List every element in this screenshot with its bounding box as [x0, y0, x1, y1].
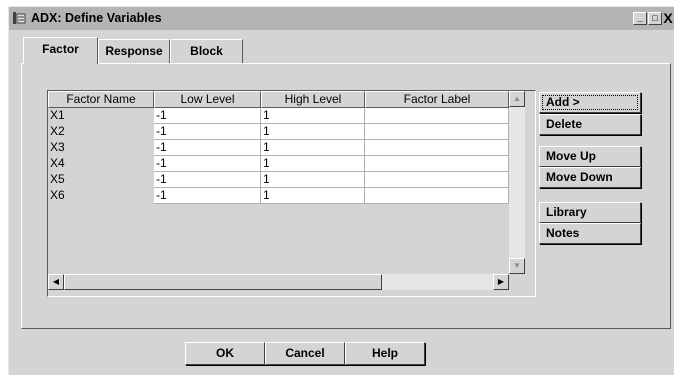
high-level-cell[interactable]: 1: [261, 156, 365, 172]
tab-response[interactable]: Response: [98, 39, 170, 63]
factor-name-cell[interactable]: X3: [48, 140, 154, 156]
high-level-cell[interactable]: 1: [261, 108, 365, 124]
factor-label-cell[interactable]: [365, 156, 509, 172]
low-level-cell[interactable]: -1: [154, 172, 261, 188]
column-header-factor-name[interactable]: Factor Name: [48, 91, 154, 108]
scroll-corner: [509, 274, 525, 290]
factor-name-cell[interactable]: X5: [48, 172, 154, 188]
define-variables-dialog: ADX: Define Variables _ □ X Factor Respo…: [8, 6, 674, 375]
move-up-button[interactable]: Move Up: [539, 146, 641, 167]
title-bar[interactable]: ADX: Define Variables _ □ X: [9, 7, 674, 30]
factor-label-cell[interactable]: [365, 172, 509, 188]
arrow-up-icon[interactable]: ▲: [509, 91, 525, 107]
move-down-button[interactable]: Move Down: [539, 167, 641, 188]
high-level-cell[interactable]: 1: [261, 188, 365, 204]
factor-name-cell[interactable]: X6: [48, 188, 154, 204]
delete-button[interactable]: Delete: [539, 114, 641, 135]
vertical-scrollbar[interactable]: ▲ ▼: [509, 91, 525, 274]
column-header-factor-label[interactable]: Factor Label: [365, 91, 509, 108]
low-level-cell[interactable]: -1: [154, 108, 261, 124]
factor-name-cell[interactable]: X1: [48, 108, 154, 124]
horizontal-scrollbar[interactable]: ◀ ▶: [48, 274, 509, 290]
tab-block-label: Block: [190, 44, 223, 58]
maximize-button[interactable]: □: [648, 12, 662, 25]
factor-name-cell[interactable]: X2: [48, 124, 154, 140]
tab-block[interactable]: Block: [170, 39, 243, 63]
arrow-right-icon[interactable]: ▶: [493, 274, 509, 290]
table-row: X6 -1 1: [48, 188, 509, 204]
table-row: X5 -1 1: [48, 172, 509, 188]
notes-button[interactable]: Notes: [539, 223, 641, 244]
low-level-cell[interactable]: -1: [154, 124, 261, 140]
high-level-cell[interactable]: 1: [261, 172, 365, 188]
factor-label-cell[interactable]: [365, 124, 509, 140]
tab-response-label: Response: [105, 44, 163, 58]
factor-table: Factor Name Low Level High Level Factor …: [47, 90, 536, 297]
factor-name-cell[interactable]: X4: [48, 156, 154, 172]
column-header-high-level[interactable]: High Level: [261, 91, 365, 108]
window-title: ADX: Define Variables: [31, 11, 162, 25]
low-level-cell[interactable]: -1: [154, 188, 261, 204]
cancel-button[interactable]: Cancel: [265, 342, 345, 365]
table-row: X4 -1 1: [48, 156, 509, 172]
column-header-low-level[interactable]: Low Level: [154, 91, 261, 108]
factor-label-cell[interactable]: [365, 140, 509, 156]
add-button[interactable]: Add >: [539, 92, 641, 113]
low-level-cell[interactable]: -1: [154, 140, 261, 156]
ok-button[interactable]: OK: [185, 342, 265, 365]
table-row: X1 -1 1: [48, 108, 509, 124]
arrow-left-icon[interactable]: ◀: [48, 274, 64, 290]
factor-label-cell[interactable]: [365, 188, 509, 204]
library-button[interactable]: Library: [539, 202, 641, 223]
tab-factor[interactable]: Factor: [23, 37, 98, 64]
factor-label-cell[interactable]: [365, 108, 509, 124]
low-level-cell[interactable]: -1: [154, 156, 261, 172]
help-button[interactable]: Help: [345, 342, 425, 365]
close-button[interactable]: X: [662, 10, 674, 26]
tab-factor-label: Factor: [42, 42, 79, 56]
horizontal-scroll-thumb[interactable]: [64, 274, 382, 290]
app-icon: [12, 11, 26, 25]
table-row: X3 -1 1: [48, 140, 509, 156]
arrow-down-icon[interactable]: ▼: [509, 258, 525, 274]
minimize-button[interactable]: _: [633, 12, 647, 25]
high-level-cell[interactable]: 1: [261, 124, 365, 140]
high-level-cell[interactable]: 1: [261, 140, 365, 156]
table-row: X2 -1 1: [48, 124, 509, 140]
